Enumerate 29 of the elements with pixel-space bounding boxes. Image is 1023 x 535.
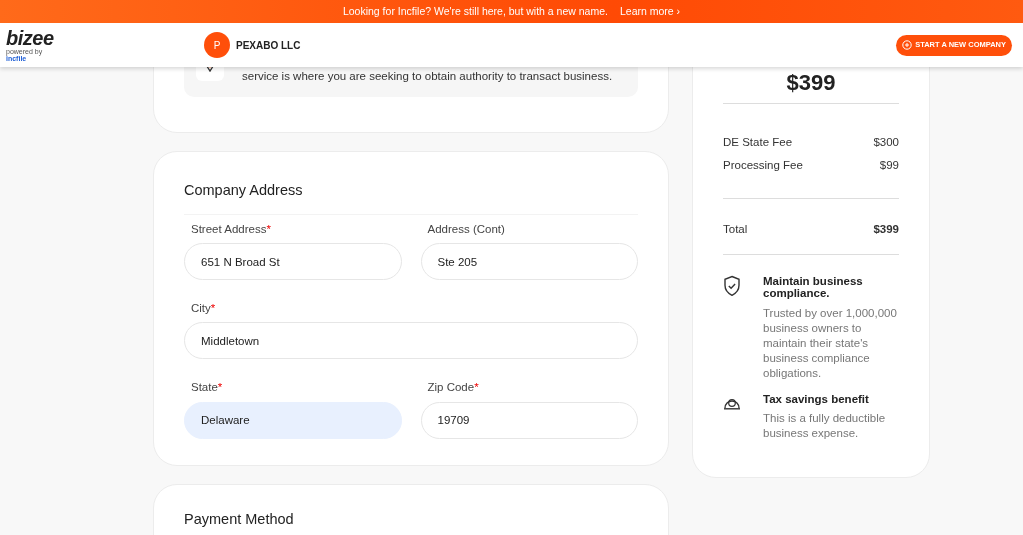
section-title: Payment Method — [184, 509, 295, 529]
benefit-text: Trusted by over 1,000,000 business owners to maintain their state's business compliance obligations. — [763, 306, 898, 381]
field-label: Address (Cont) — [426, 221, 506, 237]
input-field[interactable]: Delaware — [184, 401, 402, 439]
banner-message: Looking for Incfile? We're still here, but with a new name. — [342, 3, 608, 19]
shield-check-icon — [723, 274, 741, 297]
field-label: Zip Code* — [426, 380, 480, 396]
company-name: PEXABO LLC — [236, 38, 301, 53]
plus-circle-icon — [902, 40, 913, 50]
fee-name: Processing Fee — [723, 158, 803, 174]
company-avatar: P — [204, 32, 230, 58]
field-label: State* — [190, 380, 224, 396]
input-field[interactable]: Ste 205 — [420, 243, 638, 280]
total-price: $399 — [786, 70, 836, 95]
benefit-title: Maintain business compliance. — [763, 274, 864, 301]
benefit-text: This is a fully deductible business expense. — [763, 411, 887, 442]
info-text: service is where you are seeking to obtain authority to transact business. — [242, 68, 613, 84]
total-amount: $399 — [873, 221, 899, 237]
benefit-title: Tax savings benefit — [763, 392, 870, 406]
fee-amount: $99 — [879, 158, 899, 174]
fee-name: DE State Fee — [723, 135, 793, 150]
input-field[interactable]: 19709 — [420, 401, 638, 439]
input-field[interactable]: Middletown — [184, 322, 638, 360]
input-field[interactable]: 651 N Broad St — [184, 243, 402, 280]
field-label: Street Address* — [190, 221, 272, 237]
fee-amount: $300 — [873, 135, 899, 150]
total-label: Total — [723, 221, 748, 237]
field-label: City* — [190, 301, 217, 316]
section-title: Company Address — [184, 180, 638, 215]
